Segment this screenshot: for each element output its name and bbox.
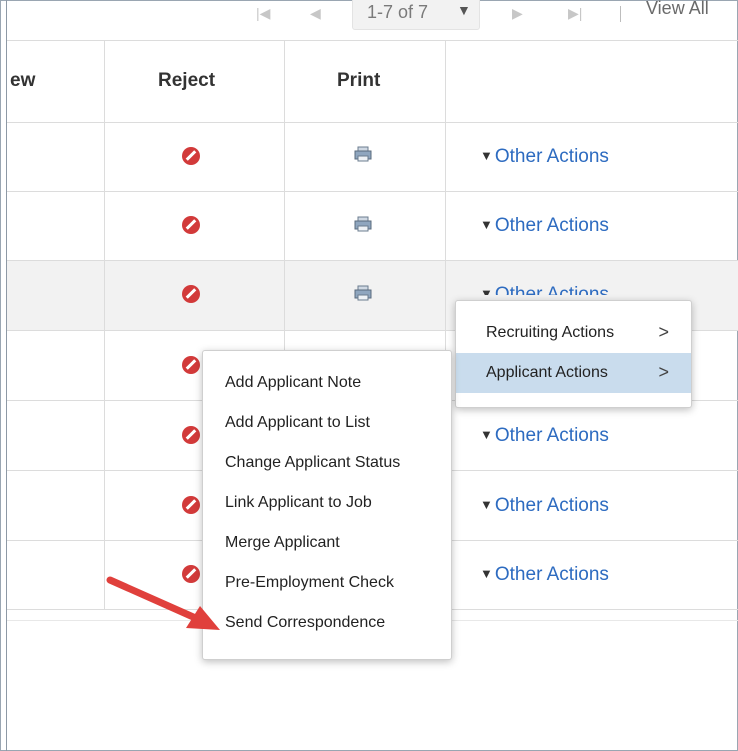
- other-actions-link[interactable]: ▼ Other Actions: [480, 425, 609, 447]
- menu-item-applicant-actions[interactable]: Applicant Actions >: [456, 353, 691, 393]
- page-range-text: 1-7 of 7: [367, 2, 429, 22]
- other-actions-link[interactable]: ▼ Other Actions: [480, 564, 609, 586]
- chevron-right-icon: >: [658, 322, 669, 342]
- submenu-item-link-applicant-to-job[interactable]: Link Applicant to Job: [203, 483, 451, 523]
- view-all-link[interactable]: View All: [646, 0, 709, 19]
- print-icon[interactable]: [354, 146, 372, 162]
- submenu-item-change-applicant-status[interactable]: Change Applicant Status: [203, 443, 451, 483]
- first-page-icon[interactable]: |◀: [256, 6, 270, 20]
- column-header-view[interactable]: ew: [10, 70, 35, 92]
- menu-item-recruiting-actions[interactable]: Recruiting Actions >: [456, 313, 691, 353]
- reject-icon[interactable]: [182, 147, 200, 165]
- grid-line: [7, 191, 738, 192]
- pager: |◀ ◀ 1-7 of 7 ▼ ▶ ▶| View All: [0, 0, 738, 36]
- submenu-item-add-applicant-note[interactable]: Add Applicant Note: [203, 363, 451, 403]
- column-header-reject[interactable]: Reject: [158, 70, 215, 92]
- red-arrow: [106, 576, 220, 630]
- triangle-down-icon: ▼: [480, 217, 493, 232]
- triangle-down-icon: ▼: [480, 148, 493, 163]
- submenu-item-pre-employment-check[interactable]: Pre-Employment Check: [203, 563, 451, 603]
- reject-icon[interactable]: [182, 426, 200, 444]
- print-icon[interactable]: [354, 285, 372, 301]
- reject-icon[interactable]: [182, 285, 200, 303]
- other-actions-link[interactable]: ▼ Other Actions: [480, 146, 609, 168]
- chevron-right-icon: >: [658, 362, 669, 382]
- last-page-icon[interactable]: ▶|: [568, 6, 582, 20]
- triangle-down-icon: ▼: [480, 427, 493, 442]
- submenu-item-add-applicant-to-list[interactable]: Add Applicant to List: [203, 403, 451, 443]
- grid-column-line: [104, 40, 105, 609]
- panel-left-border: [6, 0, 7, 751]
- dropdown-caret-icon: ▼: [457, 2, 471, 18]
- grid-line: [7, 40, 738, 41]
- submenu-item-merge-applicant[interactable]: Merge Applicant: [203, 523, 451, 563]
- triangle-down-icon: ▼: [480, 497, 493, 512]
- applicant-actions-submenu: Add Applicant Note Add Applicant to List…: [202, 350, 452, 660]
- page-range-select[interactable]: 1-7 of 7 ▼: [352, 0, 480, 30]
- reject-icon[interactable]: [182, 216, 200, 234]
- prev-page-icon[interactable]: ◀: [310, 6, 321, 20]
- other-actions-link[interactable]: ▼ Other Actions: [480, 495, 609, 517]
- triangle-down-icon: ▼: [480, 566, 493, 581]
- reject-icon[interactable]: [182, 356, 200, 374]
- column-header-print[interactable]: Print: [337, 70, 380, 92]
- next-page-icon[interactable]: ▶: [512, 6, 523, 20]
- pager-separator: [620, 6, 621, 22]
- other-actions-link[interactable]: ▼ Other Actions: [480, 215, 609, 237]
- reject-icon[interactable]: [182, 496, 200, 514]
- grid-line: [7, 122, 738, 123]
- print-icon[interactable]: [354, 216, 372, 232]
- other-actions-menu: Recruiting Actions > Applicant Actions >: [455, 300, 692, 408]
- submenu-item-send-correspondence[interactable]: Send Correspondence: [203, 603, 451, 643]
